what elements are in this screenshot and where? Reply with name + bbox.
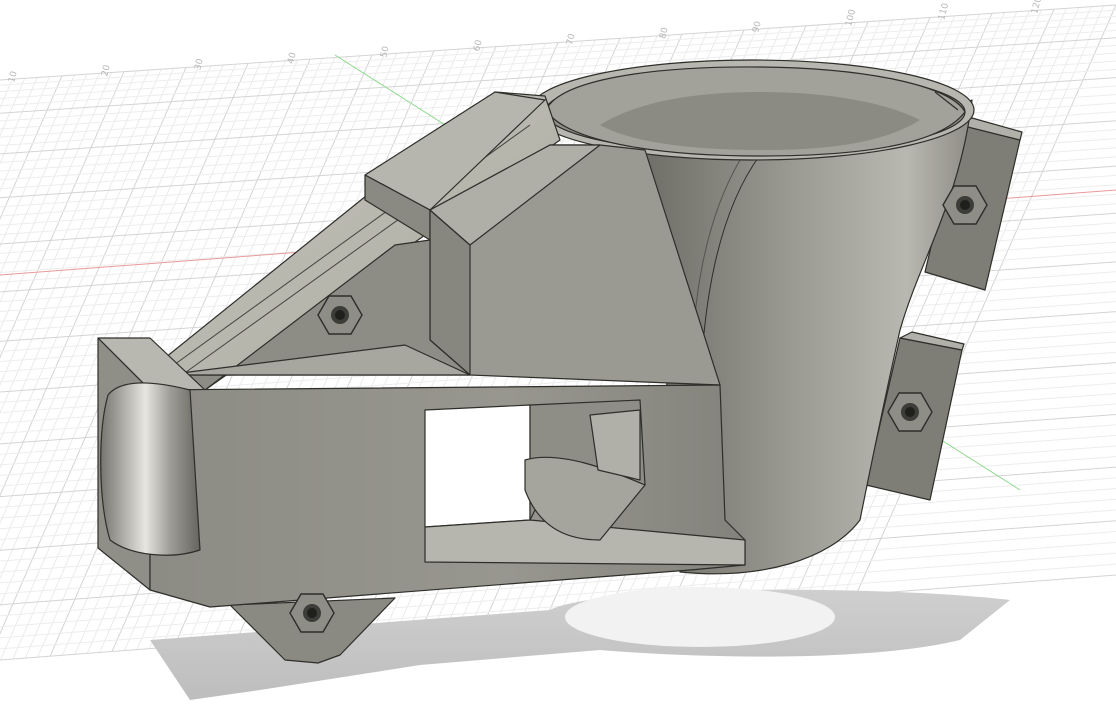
canvas-viewport[interactable]: 10 20 30 40 50 60 70 80 90 100 110 120 [0,0,1116,712]
grid-tick-label: 100 [844,8,858,27]
grid-line [0,4,1116,81]
grid-line [0,78,13,110]
grid-line [0,78,26,137]
grid-tick-label: 60 [472,39,485,53]
grid-tick-label: 20 [100,64,113,78]
grid-tick-label: 80 [658,26,671,40]
grid-tick-label: 70 [565,32,578,46]
shadow-hole [565,587,835,647]
window-inner-fin [589,409,641,481]
grid-line [0,9,1116,86]
grid-tick-label: 120 [1030,0,1044,15]
scene[interactable]: 10 20 30 40 50 60 70 80 90 100 110 120 [0,0,1116,712]
grid-tick-label: 90 [751,20,764,34]
tube-hole [100,382,201,556]
window-opening [424,404,531,528]
grid-line [0,73,88,276]
3d-model-bracket[interactable] [97,59,1023,664]
grid-tick-label: 10 [7,70,20,84]
grid-tick-label: 30 [193,57,206,71]
grid-tick-label: 40 [286,51,299,65]
grid-tick-label: 50 [379,45,392,59]
grid-tick-label: 110 [937,2,951,21]
grid-line [0,76,51,193]
